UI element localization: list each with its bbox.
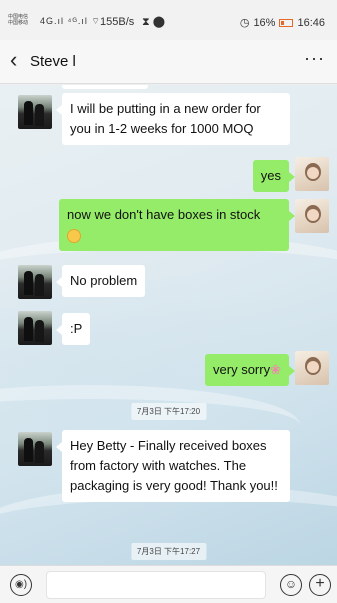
message-text: now we don't have boxes in stock bbox=[67, 207, 261, 222]
avatar-steve[interactable] bbox=[18, 95, 52, 129]
chat-area[interactable]: I will be putting in a new order for you… bbox=[0, 85, 337, 565]
avatar-betty[interactable] bbox=[295, 199, 329, 233]
previous-message-stub bbox=[62, 85, 148, 89]
back-icon[interactable]: ‹ bbox=[10, 48, 17, 72]
notification-icons: ⧗ ⬤ bbox=[142, 16, 166, 28]
avatar-betty[interactable] bbox=[295, 157, 329, 191]
message-bubble[interactable]: I will be putting in a new order for you… bbox=[56, 93, 290, 145]
message-bubble[interactable]: :P bbox=[55, 313, 91, 345]
status-right: ◷ 16% 16:46 bbox=[239, 16, 325, 30]
message-timestamp: 7月3日 下午17:20 bbox=[130, 403, 207, 420]
avatar-betty[interactable] bbox=[295, 351, 329, 385]
more-icon[interactable]: ··· bbox=[304, 48, 325, 69]
battery-icon bbox=[279, 18, 294, 27]
avatar-steve[interactable] bbox=[18, 265, 52, 299]
alarm-icon: ◷ bbox=[239, 17, 250, 29]
carrier-2: 中国移动 bbox=[8, 20, 29, 26]
status-bar: 中国电信 中国移动 4G.ıl ⁴ᴳ.ıl ⌔ 155B/s ⧗ ⬤ ◷ 16%… bbox=[0, 0, 337, 40]
signal-icon: 4G.ıl ⁴ᴳ.ıl ⌔ bbox=[40, 16, 101, 26]
avatar-steve[interactable] bbox=[18, 311, 52, 345]
message-input[interactable] bbox=[46, 571, 266, 599]
message-bubble[interactable]: yes bbox=[252, 160, 296, 192]
network-speed: 155B/s bbox=[100, 16, 135, 28]
emoji-icon[interactable]: ☺ bbox=[280, 574, 302, 596]
plus-icon[interactable]: + bbox=[309, 574, 331, 596]
clock: 16:46 bbox=[297, 16, 325, 29]
message-bubble[interactable]: Hey Betty - Finally received boxes from … bbox=[56, 430, 290, 502]
carrier-names: 中国电信 中国移动 bbox=[8, 14, 38, 26]
avatar-steve[interactable] bbox=[18, 432, 52, 466]
sweat-smile-emoji-icon bbox=[67, 228, 81, 243]
message-timestamp: 7月3日 下午17:27 bbox=[130, 543, 207, 560]
chat-title: Steve l bbox=[30, 53, 76, 70]
message-bubble[interactable]: No problem bbox=[55, 265, 146, 297]
battery-percent: 16% bbox=[253, 16, 276, 29]
input-bar: ◉) ☺ + bbox=[0, 565, 337, 603]
flower-emoji-icon: ❀ bbox=[270, 362, 281, 377]
voice-input-icon[interactable]: ◉) bbox=[10, 574, 32, 596]
message-text: very sorry bbox=[213, 362, 271, 377]
chat-header: ‹ Steve l ··· bbox=[0, 40, 337, 84]
message-bubble[interactable]: very sorry❀ bbox=[205, 354, 295, 386]
message-bubble[interactable]: now we don't have boxes in stock bbox=[59, 199, 295, 251]
